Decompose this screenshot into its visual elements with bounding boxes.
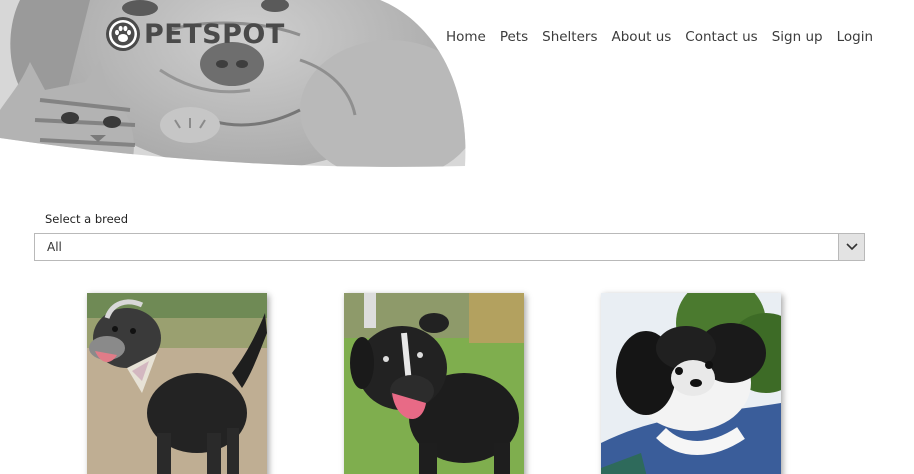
main-nav: Home Pets Shelters About us Contact us S… (432, 28, 873, 46)
nav-sign-up[interactable]: Sign up (772, 28, 823, 46)
nav-home[interactable]: Home (446, 28, 486, 46)
pet-card[interactable] (344, 293, 524, 474)
paw-icon (106, 17, 140, 51)
pet-photo (344, 293, 524, 474)
nav-shelters[interactable]: Shelters (542, 28, 597, 46)
breed-select-value: All (47, 240, 62, 254)
pet-photo (87, 293, 267, 474)
nav-pets[interactable]: Pets (500, 28, 528, 46)
nav-login[interactable]: Login (837, 28, 873, 46)
breed-select[interactable]: All (34, 233, 865, 261)
pet-card[interactable] (87, 293, 267, 474)
pet-photo (601, 293, 781, 474)
breed-select-label: Select a breed (45, 212, 129, 226)
hero-header: PETSPOT Home Pets Shelters About us Cont… (0, 0, 914, 175)
pet-card[interactable] (601, 293, 781, 474)
chevron-down-icon[interactable] (838, 234, 864, 260)
logo-text: PETSPOT (144, 18, 285, 50)
page: PETSPOT Home Pets Shelters About us Cont… (0, 0, 914, 474)
logo[interactable]: PETSPOT (106, 15, 285, 53)
nav-about-us[interactable]: About us (612, 28, 672, 46)
nav-contact-us[interactable]: Contact us (685, 28, 757, 46)
